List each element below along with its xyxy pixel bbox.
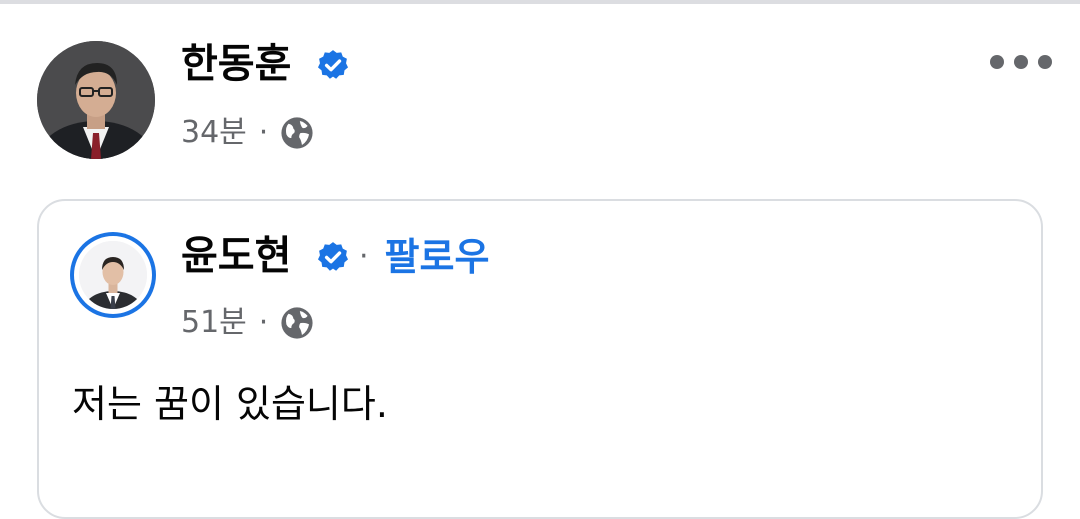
shared-author-avatar[interactable]: [70, 232, 156, 318]
post-author-photo: [37, 41, 155, 159]
post-timestamp[interactable]: 34분: [181, 115, 247, 151]
shared-post-meta: 51분 ·: [181, 305, 314, 341]
post-author-avatar[interactable]: [37, 41, 155, 159]
shared-author-photo: [79, 241, 147, 309]
more-options-icon-dot: [1014, 55, 1028, 69]
globe-icon[interactable]: [280, 116, 314, 150]
meta-separator: ·: [258, 115, 269, 150]
more-options-icon-dot: [1038, 55, 1052, 69]
globe-icon[interactable]: [280, 306, 314, 340]
top-divider: [0, 0, 1080, 4]
follow-button[interactable]: 팔로우: [385, 234, 490, 280]
meta-separator: ·: [258, 305, 269, 340]
more-options-icon-dot: [990, 55, 1004, 69]
more-options-button[interactable]: [990, 50, 1052, 74]
post-author-name[interactable]: 한동훈: [181, 40, 291, 88]
shared-author-name[interactable]: 윤도현: [181, 232, 291, 280]
post-meta: 34분 ·: [181, 115, 314, 151]
follow-group: · 팔로우: [359, 234, 489, 280]
shared-post-timestamp[interactable]: 51분: [181, 305, 247, 341]
verified-badge-icon: [317, 50, 349, 79]
shared-post-text: 저는 꿈이 있습니다.: [72, 382, 388, 426]
follow-separator: ·: [359, 239, 369, 274]
verified-badge-icon: [317, 242, 349, 271]
